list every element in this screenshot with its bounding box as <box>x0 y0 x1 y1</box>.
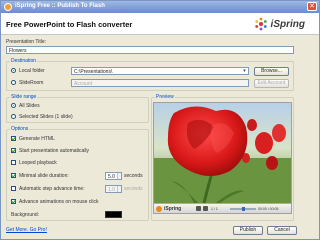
player-brand: iSpring <box>164 206 182 212</box>
generate-html-label: Generate HTML <box>19 136 55 142</box>
stepper-arrows-icon[interactable] <box>117 173 121 179</box>
min-duration-label: Minimal slide duration: <box>19 173 69 179</box>
looped-checkbox[interactable] <box>11 160 16 165</box>
player-controls: iSpring 1 / 1 00:00 / 00:05 <box>154 203 291 213</box>
close-button[interactable]: ✕ <box>307 2 317 11</box>
publish-button[interactable]: Publish <box>233 226 263 235</box>
min-duration-stepper[interactable]: 5.0 <box>105 172 122 180</box>
auto-step-stepper[interactable]: 1.0 <box>105 185 122 193</box>
background-color-swatch[interactable] <box>105 211 122 218</box>
selected-slides-radio[interactable] <box>11 114 16 119</box>
dialog-heading: Free PowerPoint to Flash converter <box>6 20 133 29</box>
title-bar: iSpring Free :: Publish To Flash ✕ <box>1 1 319 13</box>
slide-counter: 1 / 1 <box>211 207 218 211</box>
local-folder-label: Local folder <box>19 68 45 74</box>
browse-button[interactable]: Browse... <box>254 67 289 76</box>
seek-knob[interactable] <box>242 207 245 211</box>
auto-step-value: 1.0 <box>108 187 115 193</box>
preview-slide-image <box>154 103 291 203</box>
stepper-arrows-icon[interactable] <box>117 186 121 192</box>
presentation-title-label: Presentation Title: <box>6 39 47 45</box>
dialog-header: Free PowerPoint to Flash converter iSpri… <box>1 13 319 35</box>
close-icon: ✕ <box>309 3 315 10</box>
chevron-down-icon[interactable]: ▾ <box>241 68 248 74</box>
local-folder-input[interactable]: C:\Presentations\ <box>71 67 249 75</box>
ispring-spark-icon <box>254 17 267 31</box>
background-label: Background: <box>11 212 40 218</box>
preview-legend: Preview <box>155 94 175 100</box>
presentation-title-input[interactable]: Flowers <box>6 46 294 54</box>
ispring-logo: iSpring <box>253 16 305 32</box>
options-legend: Options <box>10 126 30 132</box>
get-pro-link[interactable]: Get More. Go Pro! <box>6 227 47 233</box>
slide-range-legend: Slide range <box>10 94 38 100</box>
publish-dialog: iSpring Free :: Publish To Flash ✕ Free … <box>0 0 320 240</box>
slideroom-label: SlideRoom <box>19 80 44 86</box>
cancel-button[interactable]: Cancel <box>267 226 297 235</box>
start-auto-checkbox[interactable] <box>11 148 16 153</box>
account-input[interactable]: Account <box>71 79 249 87</box>
all-slides-radio[interactable] <box>11 103 16 108</box>
generate-html-checkbox[interactable] <box>11 136 16 141</box>
advance-click-label: Advance animations on mouse click <box>19 199 99 205</box>
time-display: 00:00 / 00:05 <box>258 207 279 211</box>
all-slides-label: All Slides <box>19 103 40 109</box>
destination-legend: Destination <box>10 58 38 64</box>
window-title: iSpring Free :: Publish To Flash <box>15 3 105 9</box>
min-duration-checkbox[interactable] <box>11 173 16 178</box>
auto-step-unit: seconds <box>124 186 143 192</box>
pause-icon[interactable] <box>203 206 208 211</box>
local-folder-radio[interactable] <box>11 68 16 73</box>
ispring-spark-icon <box>156 206 162 212</box>
looped-label: Looped playback <box>19 160 57 166</box>
advance-click-checkbox[interactable] <box>11 199 16 204</box>
preview-player: iSpring 1 / 1 00:00 / 00:05 <box>153 102 292 214</box>
min-duration-value: 5.0 <box>108 174 115 180</box>
slideroom-radio[interactable] <box>11 80 16 85</box>
ispring-app-icon <box>4 3 12 11</box>
edit-account-button[interactable]: Edit Account <box>254 79 289 88</box>
start-auto-label: Start presentation automatically <box>19 148 90 154</box>
auto-step-label: Automatic step advance time: <box>19 186 85 192</box>
auto-step-checkbox[interactable] <box>11 186 16 191</box>
selected-slides-label: Selected Slides (1 slide) <box>19 114 73 120</box>
play-icon[interactable] <box>196 206 201 211</box>
min-duration-unit: seconds <box>124 173 143 179</box>
logo-wordmark: iSpring <box>270 18 305 30</box>
